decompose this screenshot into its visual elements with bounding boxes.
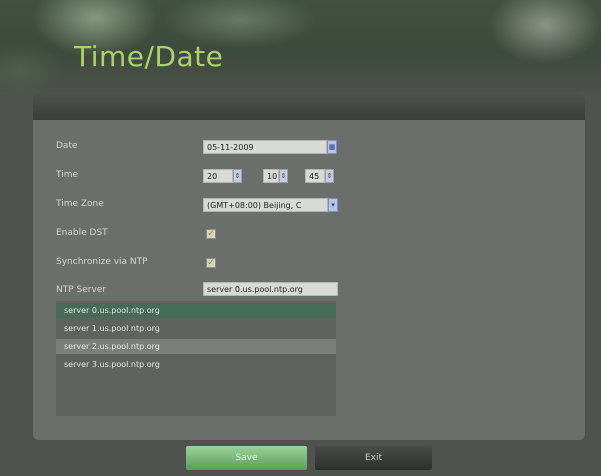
calendar-icon[interactable]: ▦ bbox=[327, 140, 337, 154]
time-zone-label: Time Zone bbox=[56, 199, 104, 209]
save-button[interactable]: Save bbox=[186, 446, 307, 470]
time-zone-select[interactable]: (GMT+08:00) Beijing, C bbox=[203, 198, 328, 212]
panel-header-bar bbox=[33, 92, 585, 120]
sync-ntp-checkbox[interactable]: ✓ bbox=[206, 258, 216, 268]
date-field[interactable]: 05-11-2009 bbox=[203, 140, 327, 154]
list-item[interactable]: server 2.us.pool.ntp.org bbox=[56, 339, 336, 354]
exit-button[interactable]: Exit bbox=[315, 446, 432, 470]
second-field[interactable]: 45 bbox=[305, 169, 325, 183]
list-item[interactable]: server 1.us.pool.ntp.org bbox=[56, 321, 336, 336]
hour-field[interactable]: 20 bbox=[203, 169, 233, 183]
enable-dst-label: Enable DST bbox=[56, 228, 108, 238]
date-label: Date bbox=[56, 141, 78, 151]
ntp-server-label: NTP Server bbox=[56, 285, 107, 295]
minute-field[interactable]: 10 bbox=[263, 169, 279, 183]
sync-ntp-label: Synchronize via NTP bbox=[56, 257, 148, 267]
chevron-down-icon[interactable]: ▾ bbox=[328, 198, 338, 212]
second-spin-icon[interactable]: ⇕ bbox=[325, 169, 334, 183]
time-date-window: Time/Date Date 05-11-2009 ▦ Time 20 ⇕ 10… bbox=[0, 0, 601, 476]
list-item[interactable]: server 0.us.pool.ntp.org bbox=[56, 303, 336, 318]
hour-spin-icon[interactable]: ⇕ bbox=[233, 169, 242, 183]
page-title: Time/Date bbox=[74, 40, 224, 73]
list-item[interactable]: server 3.us.pool.ntp.org bbox=[56, 357, 336, 372]
ntp-server-input[interactable]: server 0.us.pool.ntp.org bbox=[203, 282, 338, 296]
time-label: Time bbox=[56, 170, 79, 180]
header-banner: Time/Date bbox=[0, 0, 601, 92]
minute-spin-icon[interactable]: ⇕ bbox=[279, 169, 288, 183]
enable-dst-checkbox[interactable]: ✓ bbox=[206, 229, 216, 239]
ntp-server-list: server 0.us.pool.ntp.org server 1.us.poo… bbox=[56, 301, 336, 416]
